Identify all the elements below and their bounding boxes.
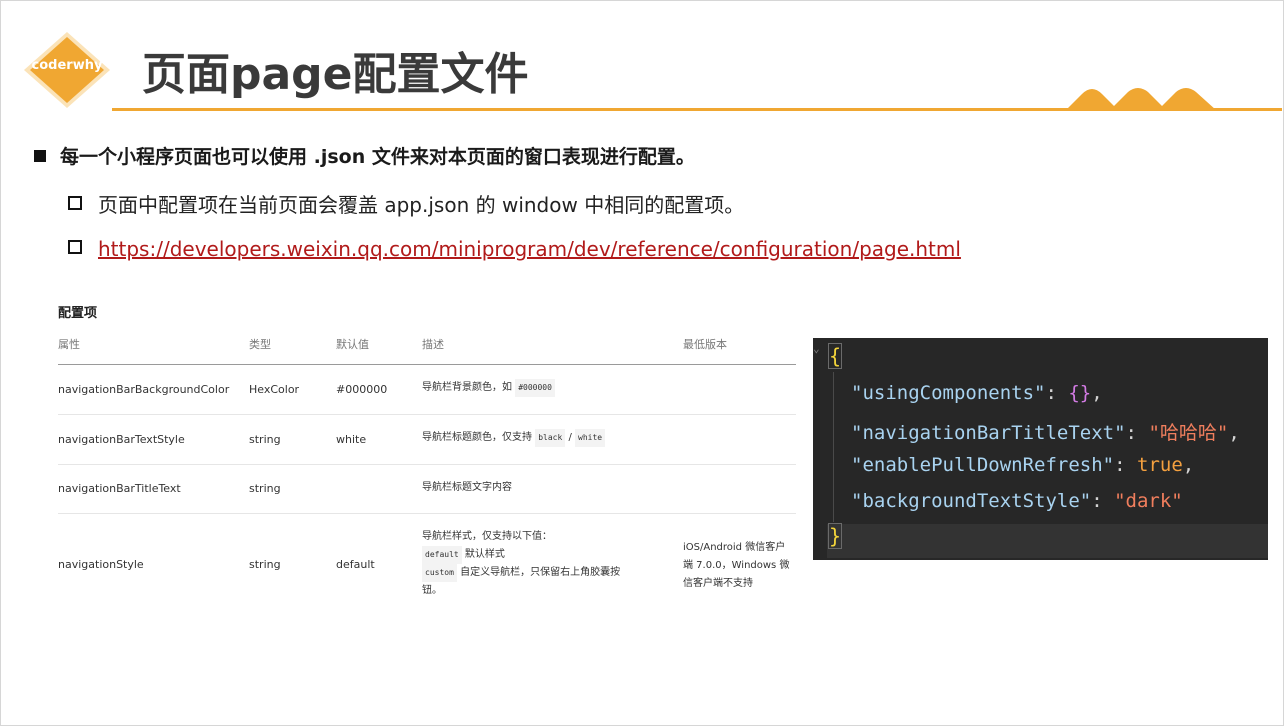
row3-name: navigationBarTitleText <box>58 482 181 495</box>
row1-name: navigationBarBackgroundColor <box>58 383 230 396</box>
bullet-main-text: 每一个小程序页面也可以使用 .json 文件来对本页面的窗口表现进行配置。 <box>60 146 695 168</box>
row-divider <box>58 414 796 415</box>
row3-type: string <box>249 482 281 495</box>
row2-desc-code1: black <box>535 429 566 447</box>
row4-desc-line4: 钮。 <box>422 585 442 596</box>
header-divider <box>58 364 796 365</box>
code-comma: , <box>1091 382 1103 404</box>
row4-desc-line1: 导航栏样式，仅支持以下值： <box>422 531 552 542</box>
docs-link[interactable]: https://developers.weixin.qq.com/minipro… <box>98 237 961 261</box>
row1-desc-text: 导航栏背景颜色，如 <box>422 382 512 393</box>
code-value: "哈哈哈" <box>1148 422 1229 444</box>
row4-default: default <box>336 558 375 571</box>
code-line-2: "navigationBarTitleText": "哈哈哈", <box>851 418 1240 445</box>
bullet-sub-1: 页面中配置项在当前页面会覆盖 app.json 的 window 中相同的配置项… <box>68 189 744 218</box>
row2-default: white <box>336 433 367 446</box>
row1-type: HexColor <box>249 383 300 396</box>
bullet-main: 每一个小程序页面也可以使用 .json 文件来对本页面的窗口表现进行配置。 <box>34 142 695 169</box>
row3-desc: 导航栏标题文字内容 <box>422 482 512 493</box>
page-title: 页面page配置文件 <box>142 49 529 100</box>
indent-guide <box>833 372 834 522</box>
current-line-highlight <box>827 524 1268 558</box>
row2-name: navigationBarTextStyle <box>58 433 185 446</box>
code-colon: : <box>1045 382 1069 404</box>
coderwhy-logo: coderwhy <box>22 30 112 110</box>
code-key: "backgroundTextStyle" <box>851 490 1092 512</box>
close-brace: } <box>827 523 843 549</box>
code-colon: : <box>1125 422 1149 444</box>
row4-code-custom: custom <box>422 564 457 582</box>
code-line-1: "usingComponents": {}, <box>851 382 1103 404</box>
code-line-3: "enablePullDownRefresh": true, <box>851 454 1194 476</box>
header-attr: 属性 <box>58 338 80 351</box>
row4-desc-line2: default 默认样式 <box>422 546 652 564</box>
row4-desc-line3: custom 自定义导航栏，只保留右上角胶囊按 <box>422 564 652 582</box>
logo-text: coderwhy <box>31 58 103 73</box>
row2-desc: 导航栏标题颜色，仅支持 black / white <box>422 429 606 447</box>
row4-code-default: default <box>422 546 462 564</box>
code-key: "enablePullDownRefresh" <box>851 454 1115 476</box>
bullet-sub-2: https://developers.weixin.qq.com/minipro… <box>68 237 961 261</box>
code-comma: , <box>1182 454 1195 476</box>
row1-desc-code: #000000 <box>515 379 555 397</box>
row4-text-default: 默认样式 <box>464 549 505 560</box>
row2-desc-code2: white <box>575 429 606 447</box>
row4-version-line1: iOS/Android 微信客户 <box>683 542 786 553</box>
row2-desc-text: 导航栏标题颜色，仅支持 <box>422 432 532 443</box>
row4-type: string <box>249 558 281 571</box>
code-value: {} <box>1068 382 1092 404</box>
row4-version-line2: 端 7.0.0，Windows 微 <box>683 560 790 571</box>
header-desc: 描述 <box>422 338 444 351</box>
code-comma: , <box>1228 422 1240 444</box>
row2-desc-sep: / <box>568 432 572 443</box>
row-divider <box>58 464 796 465</box>
code-colon: : <box>1114 454 1137 476</box>
bullet-sub-1-text: 页面中配置项在当前页面会覆盖 app.json 的 window 中相同的配置项… <box>98 193 745 217</box>
table-title: 配置项 <box>58 306 98 321</box>
row4-version-line3: 信客户端不支持 <box>683 578 753 589</box>
hills-decoration-icon <box>1066 88 1216 110</box>
row1-default: #000000 <box>336 383 388 396</box>
code-value: true <box>1137 454 1183 476</box>
code-colon: : <box>1091 490 1115 512</box>
row-divider <box>58 513 796 514</box>
open-brace: { <box>827 343 843 369</box>
row1-desc: 导航栏背景颜色，如 #000000 <box>422 379 555 397</box>
row4-desc: 导航栏样式，仅支持以下值： default 默认样式 custom 自定义导航栏… <box>422 528 652 600</box>
filled-square-bullet-icon <box>34 150 46 162</box>
header-default: 默认值 <box>336 338 369 351</box>
row4-version: iOS/Android 微信客户 端 7.0.0，Windows 微 信客户端不… <box>683 539 799 593</box>
code-value: "dark" <box>1114 490 1183 512</box>
code-key: "navigationBarTitleText" <box>851 422 1126 444</box>
row4-name: navigationStyle <box>58 558 144 571</box>
row4-text-custom: 自定义导航栏，只保留右上角胶囊按 <box>460 567 621 578</box>
fold-chevron-icon: ⌄ <box>813 342 820 355</box>
row2-type: string <box>249 433 281 446</box>
header-type: 类型 <box>249 338 271 351</box>
header-version: 最低版本 <box>683 338 727 351</box>
hollow-square-bullet-icon <box>68 240 82 254</box>
hollow-square-bullet-icon <box>68 196 82 210</box>
code-line-4: "backgroundTextStyle": "dark" <box>851 490 1183 512</box>
code-key: "usingComponents" <box>851 382 1046 404</box>
code-editor: ⌄ { "usingComponents": {}, "navigationBa… <box>813 338 1268 560</box>
